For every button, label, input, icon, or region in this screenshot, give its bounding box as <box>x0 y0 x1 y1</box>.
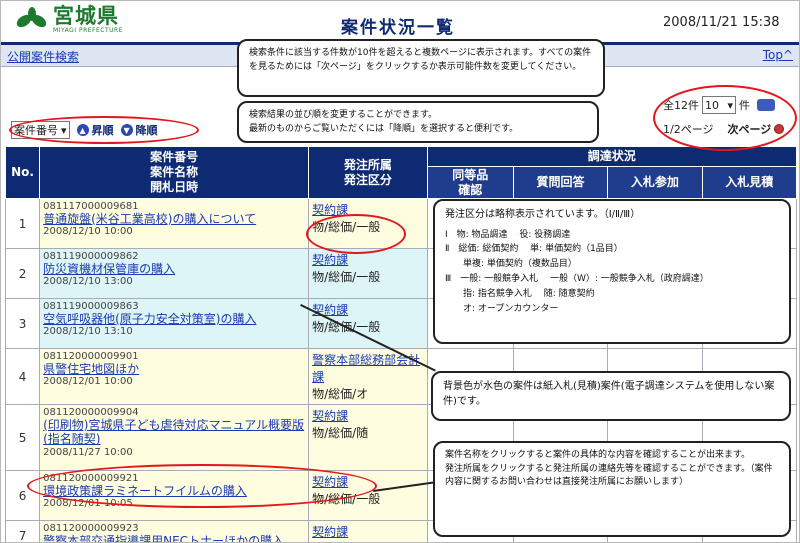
anken-name-link[interactable]: 防災資機材保管庫の購入 <box>43 262 305 276</box>
org-cell: 契約課物/総価/一般 <box>308 298 428 349</box>
row-number: 7 <box>4 519 41 542</box>
callout-sort-line2: 最新のものからご覧いただくには「降順」を選択すると便利です。 <box>249 123 519 134</box>
org-link[interactable]: 契約課 <box>312 407 423 424</box>
top-link-label: Top <box>762 48 783 62</box>
header-open-date: 開札日時 <box>150 180 199 194</box>
prefecture-logo: 宮城県 MIYAGI PREFECTURE <box>15 5 123 34</box>
anken-number: 081119000009863 <box>43 301 139 312</box>
callout-paper-bid: 背景色が水色の案件は紙入札(見積)案件(電子調達システムを使用しない案件)です。 <box>431 371 791 421</box>
row-number: 4 <box>4 348 41 405</box>
row-number: 1 <box>4 198 41 249</box>
order-type: 物/総価/一般 <box>312 270 381 284</box>
callout-pagination-text: 検索条件に該当する件数が10件を超えると複数ページに表示されます。すべての案件を… <box>249 48 592 72</box>
anken-cell: 081119000009862 防災資機材保管庫の購入 2008/12/10 13:… <box>39 248 310 299</box>
org-cell: 契約課 <box>308 519 428 542</box>
callout-links-line2: 発注所属をクリックすると発注所属の連絡先等を確認することができます。（案件内容に… <box>445 463 773 488</box>
anken-name-link[interactable]: 普通旋盤(米谷工業高校)の購入について <box>43 212 305 226</box>
callout-paper-bid-text: 背景色が水色の案件は紙入札(見積)案件(電子調達システムを使用しない案件)です。 <box>443 381 775 407</box>
header-equivalent: 同等品 確認 <box>426 166 514 199</box>
callout-pagination: 検索条件に該当する件数が10件を超えると複数ページに表示されます。すべての案件を… <box>237 39 605 97</box>
open-date: 2008/11/27 10:00 <box>43 446 133 458</box>
open-date: 2008/12/01 10:00 <box>43 376 133 388</box>
anken-cell: 081119000009863 空気呼吸器他(原子力安全対策室)の購入 2008/1… <box>39 298 310 349</box>
anken-number: 081120000009904 <box>43 407 139 418</box>
logo-subtitle: MIYAGI PREFECTURE <box>53 27 123 34</box>
org-link[interactable]: 契約課 <box>312 251 423 268</box>
current-datetime: 2008/11/21 15:38 <box>663 15 780 30</box>
highlight-sort <box>9 116 199 144</box>
row-number: 3 <box>4 298 41 349</box>
order-type: 物/総価/随 <box>312 426 369 440</box>
hagi-leaf-icon <box>16 6 47 29</box>
anken-number: 081119000009862 <box>43 251 139 262</box>
header-org: 発注所属 発注区分 <box>308 146 428 199</box>
logo-title: 宮城県 <box>53 3 119 28</box>
highlight-pager <box>653 85 797 151</box>
callout-order-type-title: 発注区分は略称表示されています。（Ⅰ/Ⅱ/Ⅲ） <box>445 209 641 220</box>
callout-order-type-line4: Ⅲ 一般: 一般競争入札 一般（W）: 一般競争入札（政府調達） <box>445 274 709 285</box>
up-arrow-icon: ^ <box>782 48 793 62</box>
header-order-type: 発注区分 <box>343 172 392 187</box>
header-anken-name: 案件名称 <box>150 165 199 179</box>
anken-number: 081120000009923 <box>43 523 139 534</box>
header-bid-participation: 入札参加 <box>607 166 703 199</box>
header-qa: 質問回答 <box>512 166 609 199</box>
org-cell: 契約課物/総価/一般 <box>308 248 428 299</box>
header-org-name: 発注所属 <box>343 157 392 172</box>
header-bid-estimate: 入札見積 <box>701 166 798 199</box>
anken-number: 081117000009681 <box>43 201 139 212</box>
org-link[interactable]: 契約課 <box>312 301 423 318</box>
anken-name-link[interactable]: 空気呼吸器他(原子力安全対策室)の購入 <box>43 312 305 326</box>
public-search-link[interactable]: 公開案件検索 <box>7 48 79 65</box>
callout-sort: 検索結果の並び順を変更することができます。 最新のものからご覧いただくには「降順… <box>237 101 599 143</box>
header-no: No. <box>4 146 41 199</box>
page-title: 案件状況一覧 <box>341 18 455 38</box>
anken-number: 081120000009901 <box>43 351 139 362</box>
callout-order-type-line3: 単複: 単価契約（複数品目） <box>445 259 577 270</box>
callout-order-type-line6: オ: オープンカウンター <box>445 303 559 314</box>
row-number: 5 <box>4 404 41 471</box>
order-type: 物/総価/一般 <box>312 318 423 335</box>
order-type: 物/総価/オ <box>312 387 369 401</box>
anken-name-link[interactable]: 県警住宅地図ほか <box>43 362 305 376</box>
header-anken: 案件番号 案件名称 開札日時 <box>39 146 310 199</box>
callout-links: 案件名称をクリックすると案件の具体的な内容を確認することが出来ます。 発注所属を… <box>433 441 791 537</box>
anken-cell: 081120000009923 警察本部交通指導課用NECトナーほかの購入 <box>39 519 310 542</box>
anken-cell: 081120000009904 (印刷物)宮城県子ども虐待対応マニュアル概要版(指… <box>39 404 310 471</box>
open-date: 2008/12/10 10:00 <box>43 226 133 238</box>
open-date: 2008/12/10 13:10 <box>43 326 133 338</box>
callout-order-type: 発注区分は略称表示されています。（Ⅰ/Ⅱ/Ⅲ） Ⅰ 物: 物品調達 役: 役務調… <box>433 199 791 344</box>
callout-order-type-line2: Ⅱ 総価: 総価契約 単: 単価契約（1品目） <box>445 244 623 255</box>
callout-order-type-line1: Ⅰ 物: 物品調達 役: 役務調達 <box>445 229 571 240</box>
anken-cell: 081120000009901 県警住宅地図ほか 2008/12/01 10:00 <box>39 348 310 405</box>
anken-cell: 081117000009681 普通旋盤(米谷工業高校)の購入について 2008/1… <box>39 198 310 249</box>
org-cell: 契約課物/総価/随 <box>308 404 428 471</box>
callout-sort-line1: 検索結果の並び順を変更することができます。 <box>249 110 438 120</box>
screen: 宮城県 MIYAGI PREFECTURE 案件状況一覧 2008/11/21 … <box>0 0 800 543</box>
callout-links-line1: 案件名称をクリックすると案件の具体的な内容を確認することが出来ます。 <box>445 450 751 460</box>
header-anken-number: 案件番号 <box>150 150 199 164</box>
open-date: 2008/12/10 13:00 <box>43 276 133 288</box>
row-number: 2 <box>4 248 41 299</box>
highlight-anken-name <box>27 464 377 508</box>
highlight-order-type <box>306 214 406 254</box>
anken-name-link[interactable]: 警察本部交通指導課用NECトナーほかの購入 <box>43 534 305 542</box>
callout-order-type-line5: 指: 指名競争入札 随: 随意契約 <box>445 288 595 299</box>
row-number: 6 <box>4 470 41 521</box>
org-link[interactable]: 契約課 <box>312 523 423 540</box>
top-link[interactable]: Top^ <box>763 48 793 62</box>
anken-name-link[interactable]: (印刷物)宮城県子ども虐待対応マニュアル概要版(指名随契) <box>43 418 305 447</box>
